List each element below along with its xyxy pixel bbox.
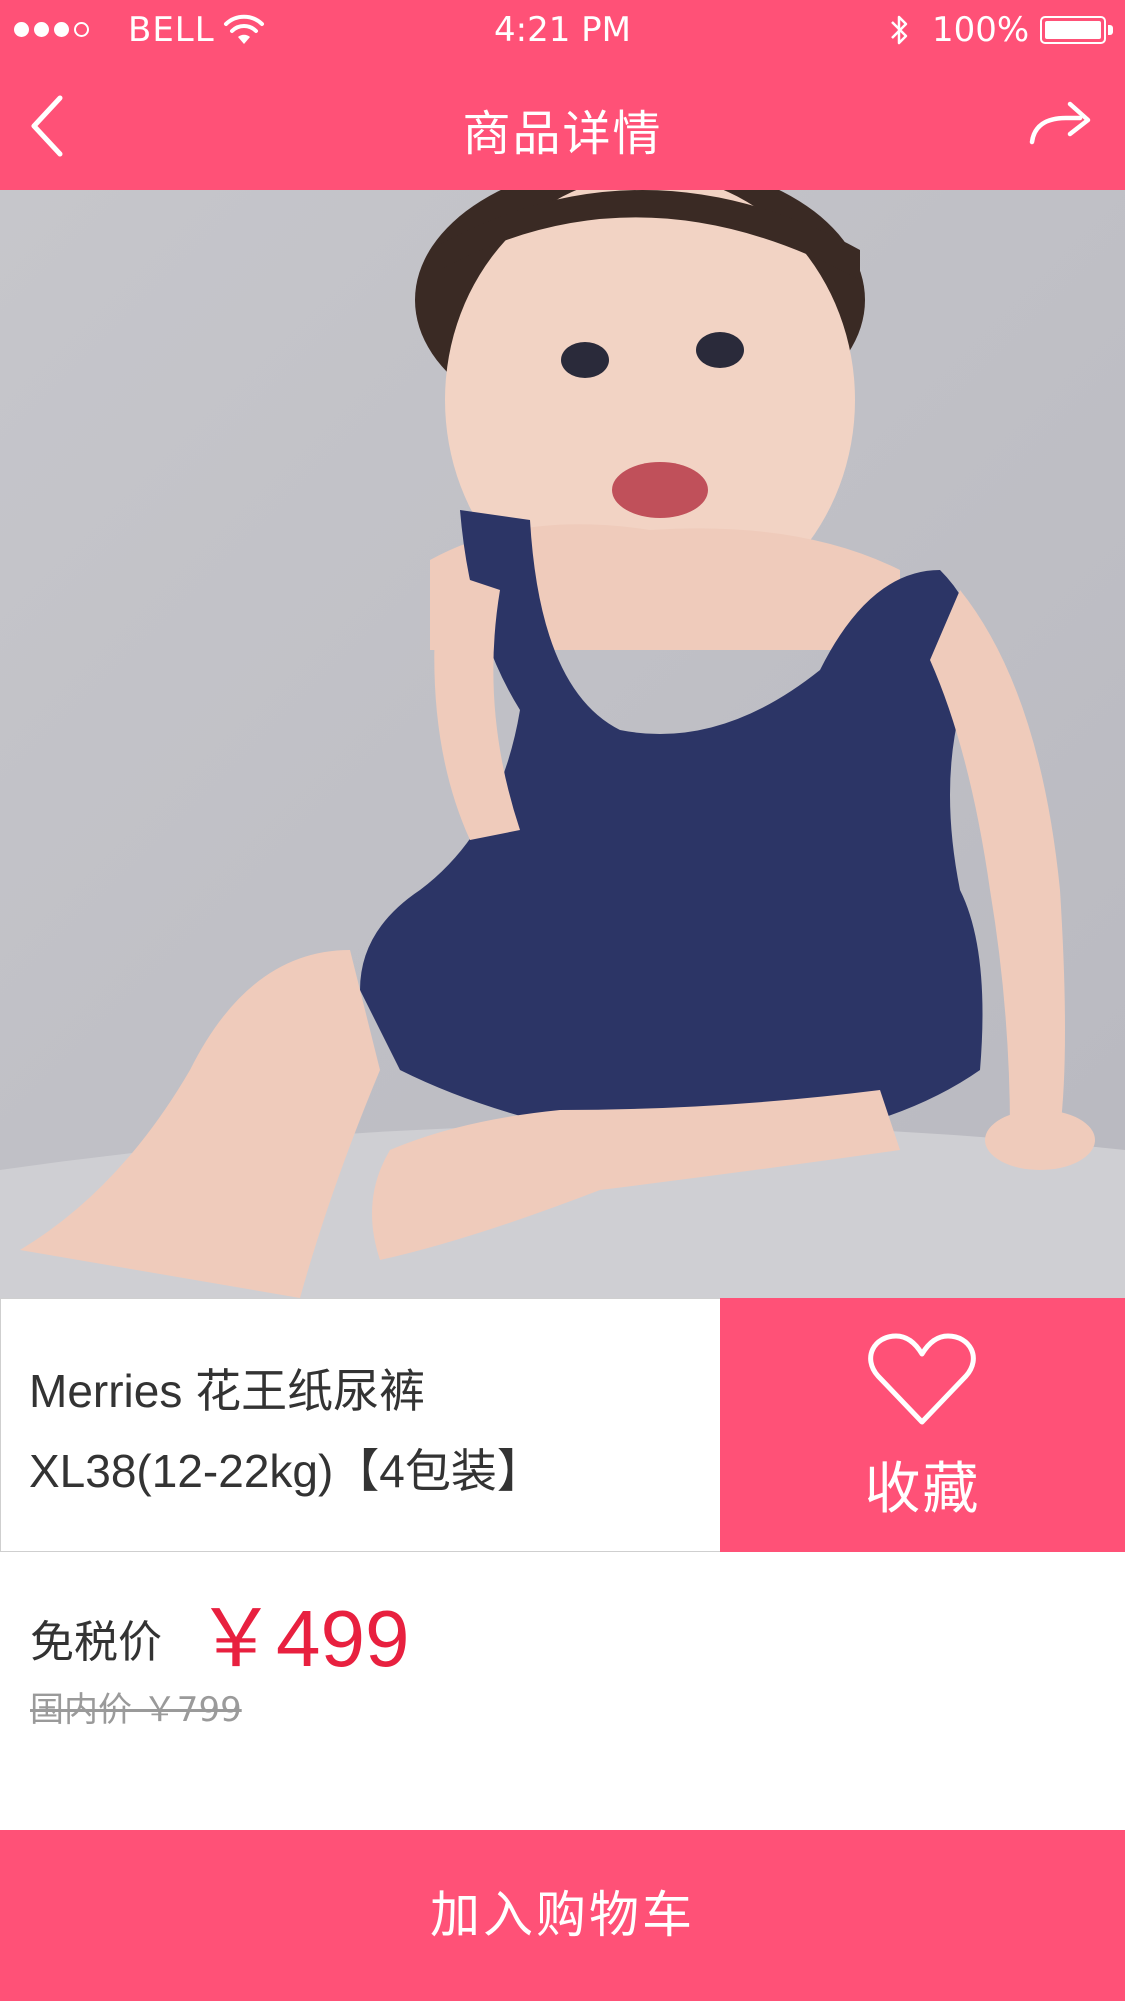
favorite-button[interactable]: 收藏 bbox=[720, 1298, 1125, 1552]
bluetooth-icon bbox=[891, 15, 908, 45]
product-detail-screen: BELL 4:21 PM 100% 商品详情 Merries 花王纸尿裤 XL3… bbox=[0, 0, 1125, 2001]
heart-outline-icon bbox=[868, 1333, 976, 1425]
battery-icon bbox=[1040, 16, 1106, 44]
battery-cap bbox=[1108, 25, 1113, 35]
product-info-row: Merries 花王纸尿裤 XL38(12-22kg)【4包装】 收藏 bbox=[0, 1298, 1125, 1554]
add-to-cart-button[interactable]: 加入购物车 bbox=[0, 1830, 1125, 2001]
share-icon bbox=[1029, 101, 1091, 145]
product-title-box: Merries 花王纸尿裤 XL38(12-22kg)【4包装】 bbox=[0, 1298, 720, 1552]
product-title-line1: Merries 花王纸尿裤 bbox=[29, 1365, 426, 1417]
product-title-line2: XL38(12-22kg)【4包装】 bbox=[29, 1445, 543, 1497]
share-button[interactable] bbox=[1026, 96, 1098, 152]
favorite-label: 收藏 bbox=[864, 1457, 981, 1522]
battery-fill bbox=[1045, 21, 1101, 39]
header: BELL 4:21 PM 100% 商品详情 bbox=[0, 0, 1125, 190]
duty-free-label: 免税价 bbox=[30, 1617, 162, 1668]
price-area: 免税价 ￥499 国内价 ￥799 bbox=[0, 1556, 1125, 1830]
status-bar: BELL 4:21 PM 100% bbox=[0, 0, 1125, 58]
product-photo bbox=[0, 190, 1125, 1298]
domestic-price: 国内价 ￥799 bbox=[30, 1690, 242, 1730]
duty-free-price: ￥499 bbox=[196, 1594, 410, 1683]
battery-percentage: 100% bbox=[932, 10, 1030, 50]
page-title: 商品详情 bbox=[462, 106, 663, 162]
product-image-carousel[interactable] bbox=[0, 190, 1125, 1298]
